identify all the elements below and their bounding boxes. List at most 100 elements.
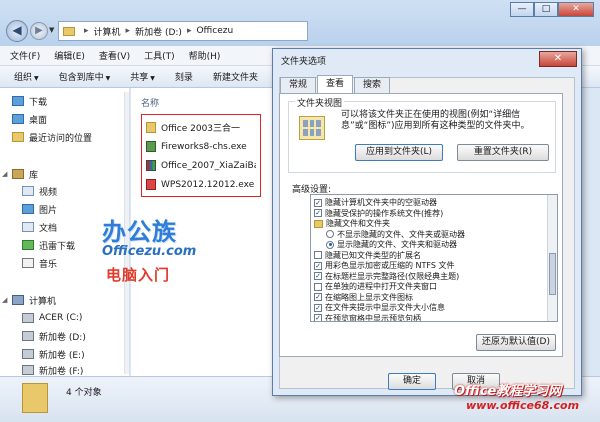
checkbox-checked-icon[interactable]: ✓ xyxy=(314,314,322,321)
close-button[interactable]: ✕ xyxy=(558,2,594,17)
menu-file[interactable]: 文件(F) xyxy=(10,49,40,62)
nav-item-libraries[interactable]: 库 xyxy=(12,166,38,182)
column-header-name[interactable]: 名称 xyxy=(141,96,159,109)
checkbox-checked-icon[interactable]: ✓ xyxy=(314,303,322,312)
advanced-setting-row[interactable]: 不显示隐藏的文件、文件夹或驱动器 xyxy=(326,229,465,240)
tab-view[interactable]: 查看 xyxy=(317,75,354,93)
checkbox-checked-icon[interactable]: ✓ xyxy=(314,272,322,280)
advanced-setting-row[interactable]: ✓ 在标题栏显示完整路径(仅限经典主题) xyxy=(314,271,459,282)
nav-item-music[interactable]: 音乐 xyxy=(22,255,57,271)
folder-view-icon xyxy=(299,116,325,140)
dialog-close-button[interactable]: ✕ xyxy=(539,51,577,67)
checkbox-checked-icon[interactable]: ✓ xyxy=(314,293,322,301)
include-label: 包含到库中 xyxy=(58,73,104,83)
advanced-setting-label: 在标题栏显示完整路径(仅限经典主题) xyxy=(325,271,460,281)
advanced-setting-row[interactable]: ✓ 在缩略图上显示文件图标 xyxy=(314,292,413,303)
list-item[interactable]: Office_2007_XiaZaiBa.rar xyxy=(146,156,256,175)
checkbox-unchecked-icon[interactable] xyxy=(314,251,322,259)
new-folder-button[interactable]: 新建文件夹 xyxy=(213,70,258,83)
advanced-setting-label: 显示隐藏的文件、文件夹和驱动器 xyxy=(337,240,457,249)
nav-label: 新加卷 (F:) xyxy=(39,366,84,377)
nav-item-pictures[interactable]: 图片 xyxy=(22,201,57,217)
menu-edit[interactable]: 编辑(E) xyxy=(54,49,85,62)
folder-views-description: 可以将该文件夹正在使用的视图(例如“详细信息”或“图标”)应用到所有这种类型的文… xyxy=(341,110,530,131)
include-in-library-button[interactable]: 包含到库中 ▼ xyxy=(59,70,111,83)
tab-general[interactable]: 常规 xyxy=(280,77,317,93)
nav-label: 下载 xyxy=(29,97,48,108)
dialog-tabs: 常规 查看 搜索 xyxy=(280,75,391,93)
advanced-scrollbar[interactable] xyxy=(547,195,557,321)
nav-item-drive-c[interactable]: ACER (C:) xyxy=(22,310,82,326)
watermark-url: www.office68.com xyxy=(466,399,580,412)
advanced-setting-row[interactable]: ✓ 在文件夹提示中显示文件大小信息 xyxy=(314,302,445,313)
minimize-button[interactable]: — xyxy=(510,2,534,17)
radio-selected-icon[interactable] xyxy=(326,240,334,249)
nav-item-drive-d[interactable]: 新加卷 (D:) xyxy=(22,328,86,344)
list-item[interactable]: Fireworks8-chs.exe xyxy=(146,137,256,156)
advanced-setting-row[interactable]: 隐藏已知文件类型的扩展名 xyxy=(314,250,421,261)
advanced-setting-row[interactable]: 隐藏文件和文件夹 xyxy=(314,218,390,229)
menu-tools[interactable]: 工具(T) xyxy=(144,49,175,62)
logo-main-text: 办公族 xyxy=(102,218,177,246)
thunder-download-icon xyxy=(22,240,34,250)
forward-arrow-icon[interactable]: ▶ xyxy=(30,22,48,40)
advanced-setting-row[interactable]: ✓ 隐藏计算机文件夹中的空驱动器 xyxy=(314,197,437,208)
advanced-setting-label: 隐藏已知文件类型的扩展名 xyxy=(325,250,421,260)
nav-item-thunder[interactable]: 迅雷下载 xyxy=(22,237,75,253)
rar-archive-icon xyxy=(146,160,156,171)
expand-icon[interactable]: ◢ xyxy=(2,296,7,304)
nav-item-drive-e[interactable]: 新加卷 (E:) xyxy=(22,346,85,362)
advanced-setting-label: 隐藏受保护的操作系统文件(推荐) xyxy=(325,208,444,218)
breadcrumb-folder[interactable]: Officezu xyxy=(196,26,233,36)
checkbox-checked-icon[interactable]: ✓ xyxy=(314,209,322,217)
nav-item-recent[interactable]: 最近访问的位置 xyxy=(12,129,92,145)
chevron-right-icon: ▸ xyxy=(84,26,89,36)
nav-item-computer[interactable]: 计算机 xyxy=(12,292,56,308)
address-bar[interactable]: ▸ 计算机 ▸ 新加卷 (D:) ▸ Officezu xyxy=(58,21,308,41)
maximize-button[interactable]: □ xyxy=(534,2,558,17)
file-name: Office_2007_XiaZaiBa.rar xyxy=(161,160,256,171)
organize-button[interactable]: 组织 ▼ xyxy=(14,70,39,83)
advanced-setting-label: 在缩略图上显示文件图标 xyxy=(325,292,413,302)
nav-item-desktop[interactable]: 桌面 xyxy=(12,111,47,127)
menu-view[interactable]: 查看(V) xyxy=(99,49,130,62)
nav-label: 新加卷 (D:) xyxy=(39,332,86,343)
breadcrumb-computer[interactable]: 计算机 xyxy=(94,25,121,38)
folder-options-dialog: 文件夹选项 ✕ 常规 查看 搜索 文件夹视图 可以将该文件夹正在使用的视图(例如… xyxy=(272,48,582,396)
nav-item-downloads[interactable]: 下载 xyxy=(12,93,47,109)
advanced-setting-label: 用彩色显示加密或压缩的 NTFS 文件 xyxy=(325,261,455,270)
share-button[interactable]: 共享 ▼ xyxy=(130,70,155,83)
burn-button[interactable]: 刻录 xyxy=(175,70,193,83)
ok-button[interactable]: 确定 xyxy=(388,373,436,390)
checkbox-checked-icon[interactable]: ✓ xyxy=(314,198,322,207)
expand-icon[interactable]: ◢ xyxy=(2,170,7,178)
history-dropdown-icon[interactable]: ▼ xyxy=(49,26,54,34)
list-item[interactable]: Office 2003三合一 xyxy=(146,118,256,137)
breadcrumb-drive[interactable]: 新加卷 (D:) xyxy=(135,25,182,38)
videos-icon xyxy=(22,186,34,196)
checkbox-checked-icon[interactable]: ✓ xyxy=(314,261,322,270)
reset-folders-button[interactable]: 重置文件夹(R) xyxy=(457,144,549,161)
scrollbar-thumb[interactable] xyxy=(549,253,556,295)
advanced-setting-row[interactable]: 在单独的进程中打开文件夹窗口 xyxy=(314,281,437,292)
advanced-setting-label: 在文件夹提示中显示文件大小信息 xyxy=(325,303,445,312)
folder-icon xyxy=(63,26,75,36)
nav-label: 新加卷 (E:) xyxy=(39,350,85,361)
advanced-setting-row[interactable]: ✓ 在预览窗格中显示预览句柄 xyxy=(314,313,421,321)
menu-help[interactable]: 帮助(H) xyxy=(189,49,221,62)
restore-defaults-button[interactable]: 还原为默认值(D) xyxy=(476,334,556,351)
tab-search[interactable]: 搜索 xyxy=(354,77,391,93)
advanced-setting-row[interactable]: 显示隐藏的文件、文件夹和驱动器 xyxy=(326,239,457,250)
back-arrow-icon[interactable]: ◀ xyxy=(6,20,28,42)
officezu-logo: 办公族 Officezu.com 电脑入门 xyxy=(96,212,196,294)
advanced-setting-row[interactable]: ✓ 隐藏受保护的操作系统文件(推荐) xyxy=(314,208,443,219)
nav-item-videos[interactable]: 视频 xyxy=(22,183,57,199)
radio-unselected-icon[interactable] xyxy=(326,230,334,238)
checkbox-unchecked-icon[interactable] xyxy=(314,282,322,291)
nav-item-documents[interactable]: 文档 xyxy=(22,219,57,235)
apply-to-folders-button[interactable]: 应用到文件夹(L) xyxy=(355,144,443,161)
dialog-title: 文件夹选项 xyxy=(281,57,327,67)
nav-label: 音乐 xyxy=(39,259,58,270)
list-item[interactable]: WPS2012.12012.exe xyxy=(146,175,256,194)
advanced-setting-row[interactable]: ✓ 用彩色显示加密或压缩的 NTFS 文件 xyxy=(314,260,455,271)
